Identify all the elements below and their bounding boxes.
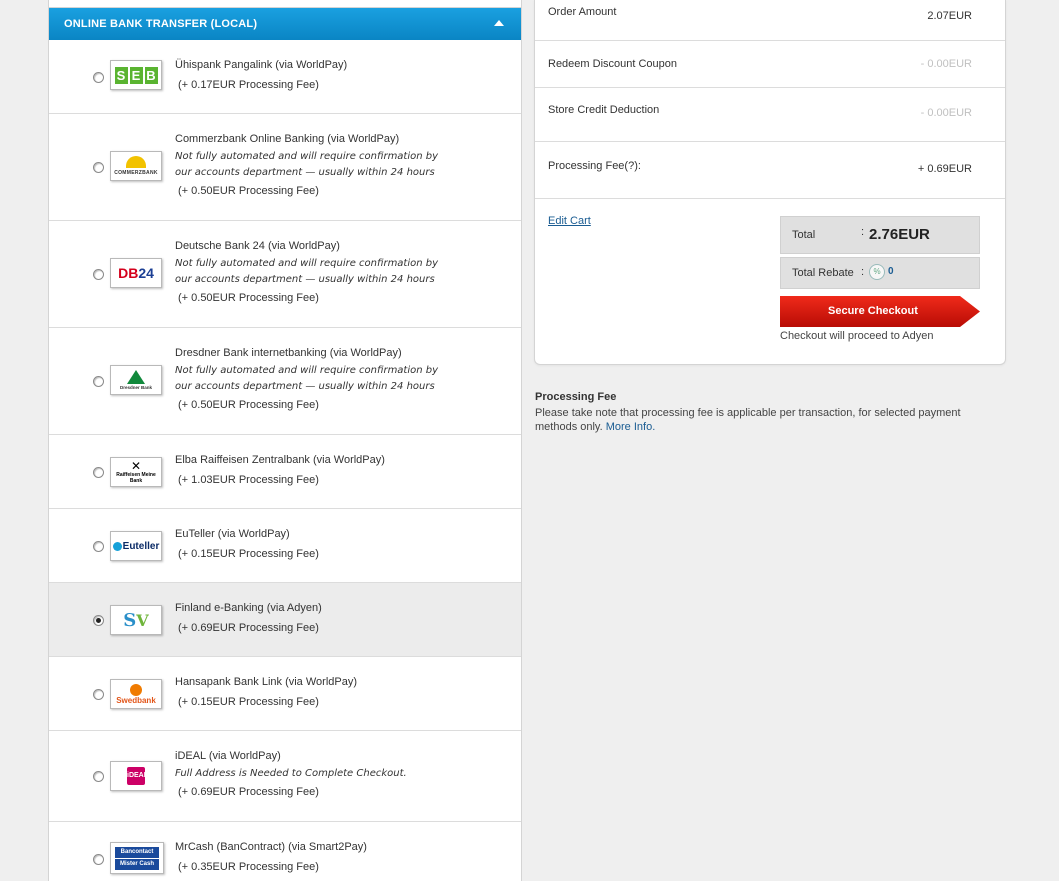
method-fee: (+ 0.15EUR Processing Fee) (178, 696, 319, 708)
secure-checkout-button[interactable]: Secure Checkout (780, 296, 980, 327)
payment-method-mrcash[interactable]: Bancontact Mister Cash MrCash (BanContra… (49, 822, 521, 881)
redeem-coupon-link[interactable]: Redeem Discount Coupon (548, 58, 677, 70)
swedbank-logo: Swedbank (110, 679, 162, 709)
payment-method-uhispank[interactable]: SEB Ühispank Pangalink (via WorldPay) (+… (49, 40, 521, 114)
processing-fee-label[interactable]: Processing Fee(?): (548, 160, 641, 172)
method-name: Dresdner Bank internetbanking (via World… (175, 347, 402, 359)
payment-method-commerzbank[interactable]: COMMERZBANK Commerzbank Online Banking (… (49, 114, 521, 221)
processing-fee-text: Please take note that processing fee is … (535, 406, 975, 434)
method-fee: (+ 0.69EUR Processing Fee) (178, 786, 319, 798)
processing-fee-title: Processing Fee (535, 391, 617, 403)
edit-cart-link[interactable]: Edit Cart (548, 215, 591, 227)
method-fee: (+ 0.69EUR Processing Fee) (178, 622, 319, 634)
method-name: iDEAL (via WorldPay) (175, 750, 281, 762)
payment-radio[interactable] (93, 467, 104, 478)
payment-radio[interactable] (93, 689, 104, 700)
payment-radio[interactable] (93, 269, 104, 280)
rebate-label: Total Rebate (792, 267, 854, 279)
total-value: 2.76EUR (869, 226, 930, 243)
rebate-coin-icon: % (869, 264, 885, 280)
store-credit-value: - 0.00EUR (920, 107, 972, 119)
payment-method-dresdner-bank[interactable]: Dresdner Bank Dresdner Bank internetbank… (49, 328, 521, 435)
method-fee: (+ 0.17EUR Processing Fee) (178, 79, 319, 91)
payment-method-hansapank[interactable]: Swedbank Hansapank Bank Link (via WorldP… (49, 657, 521, 731)
method-note: Not fully automated and will require con… (175, 151, 439, 178)
payment-method-deutsche-bank-24[interactable]: DB 24 Deutsche Bank 24 (via WorldPay) Not… (49, 221, 521, 328)
panel-top-border (49, 0, 521, 8)
method-note: Full Address is Needed to Complete Check… (175, 768, 407, 779)
processing-fee-row: Processing Fee(?): + 0.69EUR (535, 142, 1005, 199)
payment-radio-selected[interactable] (93, 615, 104, 626)
method-fee: (+ 0.50EUR Processing Fee) (178, 292, 319, 304)
db24-logo: DB 24 (110, 258, 162, 288)
method-name: Commerzbank Online Banking (via WorldPay… (175, 133, 400, 145)
coupon-row: Redeem Discount Coupon - 0.00EUR (535, 41, 1005, 88)
payment-radio[interactable] (93, 72, 104, 83)
coupon-value: - 0.00EUR (920, 58, 972, 70)
commerzbank-logo: COMMERZBANK (110, 151, 162, 181)
method-fee: (+ 0.50EUR Processing Fee) (178, 185, 319, 197)
total-separator: : (861, 226, 865, 238)
order-summary: Order Amount 2.07EUR Redeem Discount Cou… (534, 0, 1006, 365)
payment-methods-panel: ONLINE BANK TRANSFER (LOCAL) SEB Ühispan… (48, 0, 522, 881)
section-title: ONLINE BANK TRANSFER (LOCAL) (64, 18, 258, 30)
payment-radio[interactable] (93, 376, 104, 387)
ideal-logo: iDEAL (110, 761, 162, 791)
method-fee: (+ 0.15EUR Processing Fee) (178, 548, 319, 560)
store-credit-row: Store Credit Deduction - 0.00EUR (535, 88, 1005, 142)
rebate-value: 0 (888, 266, 894, 277)
rebate-separator: : (861, 266, 865, 278)
rebate-box: Total Rebate : % 0 (780, 257, 980, 289)
dresdner-logo: Dresdner Bank (110, 365, 162, 395)
order-amount-row: Order Amount 2.07EUR (535, 0, 1005, 41)
section-header-online-bank-transfer[interactable]: ONLINE BANK TRANSFER (LOCAL) (49, 8, 521, 40)
checkout-proceed-note: Checkout will proceed to Adyen (780, 330, 934, 342)
finland-ebanking-logo: SV (110, 605, 162, 635)
order-amount-label: Order Amount (548, 6, 617, 18)
payment-radio[interactable] (93, 771, 104, 782)
euteller-logo: Euteller (110, 531, 162, 561)
processing-fee-value: + 0.69EUR (917, 163, 972, 175)
payment-radio[interactable] (93, 541, 104, 552)
method-name: Hansapank Bank Link (via WorldPay) (175, 676, 357, 688)
more-info-link[interactable]: More Info. (606, 421, 656, 433)
mrcash-logo: Bancontact Mister Cash (110, 842, 164, 874)
method-name: Deutsche Bank 24 (via WorldPay) (175, 240, 340, 252)
processing-fee-description: Please take note that processing fee is … (535, 407, 961, 433)
raiffeisen-logo: ✕ Raiffeisen Meine Bank (110, 457, 162, 487)
store-credit-label: Store Credit Deduction (548, 104, 660, 116)
payment-method-elba-raiffeisen[interactable]: ✕ Raiffeisen Meine Bank Elba Raiffeisen … (49, 435, 521, 509)
total-box: Total : 2.76EUR (780, 216, 980, 254)
method-note: Not fully automated and will require con… (175, 258, 439, 285)
method-fee: (+ 0.35EUR Processing Fee) (178, 861, 319, 873)
method-fee: (+ 1.03EUR Processing Fee) (178, 474, 319, 486)
order-amount-value: 2.07EUR (927, 10, 972, 22)
method-name: Finland e-Banking (via Adyen) (175, 602, 322, 614)
payment-method-finland-ebanking[interactable]: SV Finland e-Banking (via Adyen) (+ 0.69… (49, 583, 521, 657)
method-name: Ühispank Pangalink (via WorldPay) (175, 59, 348, 71)
payment-method-euteller[interactable]: Euteller EuTeller (via WorldPay) (+ 0.15… (49, 509, 521, 583)
method-name: MrCash (BanContract) (via Smart2Pay) (175, 841, 367, 853)
total-label: Total (792, 229, 816, 241)
method-name: Elba Raiffeisen Zentralbank (via WorldPa… (175, 454, 385, 466)
payment-radio[interactable] (93, 854, 104, 865)
payment-method-ideal[interactable]: iDEAL iDEAL (via WorldPay) Full Address … (49, 731, 521, 822)
method-name: EuTeller (via WorldPay) (175, 528, 290, 540)
method-note: Not fully automated and will require con… (175, 365, 439, 392)
method-fee: (+ 0.50EUR Processing Fee) (178, 399, 319, 411)
collapse-arrow-icon[interactable] (494, 20, 504, 26)
payment-radio[interactable] (93, 162, 104, 173)
seb-logo: SEB (110, 60, 162, 90)
